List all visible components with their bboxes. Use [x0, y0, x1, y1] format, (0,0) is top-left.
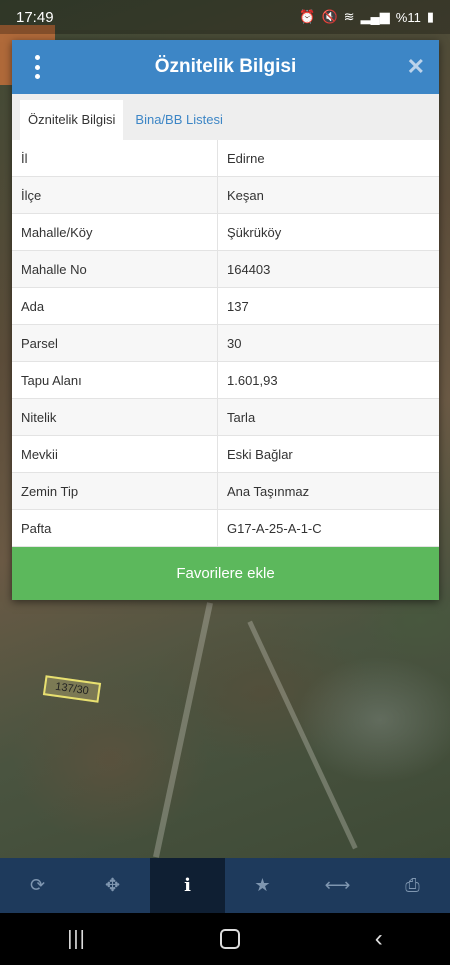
table-row: İl Edirne: [12, 140, 439, 177]
row-value: Keşan: [227, 188, 264, 203]
star-icon[interactable]: ★: [225, 858, 300, 913]
table-row: Parsel 30: [12, 325, 439, 362]
bottom-toolbar: ⟳ ✥ i ★ ⟷ ⎙: [0, 858, 450, 913]
row-value: G17-A-25-A-1-C: [227, 521, 322, 536]
row-value: Edirne: [227, 151, 265, 166]
row-key: Zemin Tip: [12, 473, 218, 509]
row-key: İlçe: [12, 177, 218, 213]
more-menu-icon[interactable]: [30, 54, 44, 80]
row-key: Mahalle/Köy: [12, 214, 218, 250]
measure-icon[interactable]: ⟷: [300, 858, 375, 913]
row-key: Nitelik: [12, 399, 218, 435]
row-value: 137: [227, 299, 249, 314]
row-key: Pafta: [12, 510, 218, 546]
attribute-dialog: Öznitelik Bilgisi ✕ Öznitelik Bilgisi Bi…: [12, 40, 439, 600]
move-icon[interactable]: ✥: [75, 858, 150, 913]
table-row: Zemin Tip Ana Taşınmaz: [12, 473, 439, 510]
system-nav-bar: ||| ‹: [0, 913, 450, 965]
info-icon[interactable]: i: [150, 858, 225, 913]
row-key: Tapu Alanı: [12, 362, 218, 398]
table-row: Tapu Alanı 1.601,93: [12, 362, 439, 399]
back-icon[interactable]: ‹: [375, 925, 383, 953]
refresh-icon[interactable]: ⟳: [0, 858, 75, 913]
table-row: İlçe Keşan: [12, 177, 439, 214]
recent-apps-icon[interactable]: |||: [67, 928, 86, 951]
dialog-tabs: Öznitelik Bilgisi Bina/BB Listesi: [12, 94, 439, 140]
row-value: Tarla: [227, 410, 256, 425]
alarm-icon: ⏰: [299, 9, 316, 24]
status-bar: 17:49 ⏰ 🔇 ≋ ▂▄▆ %11 ▮: [0, 0, 450, 34]
row-value: 164403: [227, 262, 271, 277]
table-row: Nitelik Tarla: [12, 399, 439, 436]
home-icon[interactable]: [220, 929, 241, 949]
row-key: Parsel: [12, 325, 218, 361]
map-road: [247, 620, 358, 850]
signal-icon: ▂▄▆: [360, 9, 390, 24]
table-row: Mahalle/Köy Şükrüköy: [12, 214, 439, 251]
mute-icon: 🔇: [321, 9, 338, 24]
status-icons: ⏰ 🔇 ≋ ▂▄▆ %11 ▮: [299, 9, 434, 25]
row-value: 30: [227, 336, 242, 351]
dialog-title: Öznitelik Bilgisi: [154, 56, 297, 77]
tab-building-list[interactable]: Bina/BB Listesi: [123, 100, 230, 140]
attribute-table: İl Edirne İlçe Keşan Mahalle/Köy Şükrüköy M…: [12, 140, 439, 547]
row-key: İl: [12, 140, 218, 176]
tab-attribute-info[interactable]: Öznitelik Bilgisi: [20, 100, 124, 140]
parcel-label[interactable]: 137/30: [42, 675, 102, 703]
close-icon[interactable]: ✕: [407, 54, 425, 80]
wifi-icon: ≋: [343, 9, 355, 24]
dialog-header: Öznitelik Bilgisi ✕: [12, 40, 439, 94]
row-key: Ada: [12, 288, 218, 324]
table-row: Mahalle No 164403: [12, 251, 439, 288]
row-value: Ana Taşınmaz: [227, 484, 310, 499]
add-favorite-button[interactable]: Favorilere ekle: [12, 547, 439, 600]
print-icon[interactable]: ⎙: [375, 858, 450, 913]
battery-level: %11: [395, 9, 421, 25]
row-value: 1.601,93: [227, 373, 278, 388]
battery-icon: ▮: [426, 9, 434, 24]
table-row: Pafta G17-A-25-A-1-C: [12, 510, 439, 547]
table-row: Ada 137: [12, 288, 439, 325]
row-value: Şükrüköy: [227, 225, 282, 240]
row-key: Mahalle No: [12, 251, 218, 287]
row-key: Mevkii: [12, 436, 218, 472]
status-time: 17:49: [16, 8, 54, 26]
map-road: [153, 602, 213, 858]
table-row: Mevkii Eski Bağlar: [12, 436, 439, 473]
row-value: Eski Bağlar: [227, 447, 293, 462]
